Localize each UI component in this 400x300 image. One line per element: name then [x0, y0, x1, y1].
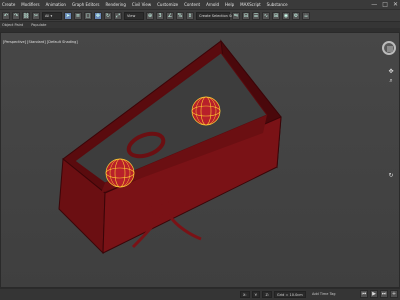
percent-snap-icon[interactable]: % [176, 11, 184, 20]
move-icon[interactable]: ✥ [94, 11, 102, 20]
align-icon[interactable]: ⊟ [242, 11, 250, 20]
menu-item-civil-view[interactable]: Civil View [132, 2, 151, 7]
steering-wheel-icon[interactable]: ✥ [387, 67, 395, 75]
perspective-viewport[interactable]: [Perspective] [Standard] [Default Shadin… [0, 32, 400, 288]
z-coordinate[interactable]: Z: [262, 291, 273, 298]
tab-object-paint[interactable]: Object Paint [2, 23, 23, 27]
tab-populate[interactable]: Populate [31, 23, 46, 27]
play-button[interactable]: ▶ [370, 290, 378, 298]
select-by-name-icon[interactable]: ≡ [74, 11, 82, 20]
schematic-icon[interactable]: ⊞ [272, 11, 280, 20]
close-button[interactable]: ✕ [393, 1, 398, 8]
main-toolbar: ↶ ↷ ⛓ ✂ All ▾ ➤ ≡ □ ✥ ↻ ⤢ View ⊕ 3 ∠ % ⇕… [0, 9, 400, 21]
menu-item-modifiers[interactable]: Modifiers [21, 2, 39, 7]
coordinate-display: X: Y: Z: Grid = 10.0cm [240, 290, 306, 299]
menu-item-substance[interactable]: Substance [267, 2, 288, 7]
curve-editor-icon[interactable]: ∿ [262, 11, 270, 20]
add-key-button[interactable]: + [390, 290, 398, 298]
ribbon-bar: Object Paint Populate [0, 21, 400, 28]
status-bar: X: Y: Z: Grid = 10.0cm Add Time Tag ⏮ ▶ … [0, 288, 400, 300]
menu-item-maxscript[interactable]: MAXScript [240, 2, 261, 7]
go-to-start-button[interactable]: ⏮ [360, 290, 368, 298]
menu-item-content[interactable]: Content [184, 2, 200, 7]
snap-icon[interactable]: 3 [156, 11, 164, 20]
selection-set-field[interactable]: Create Selection Se [196, 11, 233, 20]
add-time-tag[interactable]: Add Time Tag [312, 292, 336, 296]
zoom-icon[interactable]: ⌕ [387, 77, 395, 85]
menu-item-rendering[interactable]: Rendering [105, 2, 125, 7]
material-editor-icon[interactable]: ◉ [282, 11, 290, 20]
link-icon[interactable]: ⛓ [22, 11, 30, 20]
angle-snap-icon[interactable]: ∠ [166, 11, 174, 20]
undo-button[interactable]: ↶ [2, 11, 10, 20]
grid-size: Grid = 10.0cm [274, 291, 306, 298]
unlink-icon[interactable]: ✂ [32, 11, 40, 20]
menu-item-animation[interactable]: Animation [46, 2, 66, 7]
x-coordinate[interactable]: X: [240, 291, 250, 298]
go-to-end-button[interactable]: ⏭ [380, 290, 388, 298]
select-icon[interactable]: ➤ [64, 11, 72, 20]
menu-item-arnold[interactable]: Arnold [206, 2, 219, 7]
scene-render [58, 39, 282, 255]
viewcube-face[interactable] [387, 46, 393, 52]
sphere-left [105, 158, 135, 188]
y-coordinate[interactable]: Y: [251, 291, 261, 298]
sphere-right [191, 96, 221, 126]
layer-icon[interactable]: ☰ [252, 11, 260, 20]
region-select-icon[interactable]: □ [84, 11, 92, 20]
viewport-label[interactable]: [Perspective] [Standard] [Default Shadin… [3, 40, 78, 44]
menu-item-graph-editors[interactable]: Graph Editors [72, 2, 99, 7]
scale-icon[interactable]: ⤢ [114, 11, 122, 20]
pivot-icon[interactable]: ⊕ [146, 11, 154, 20]
menu-item-create[interactable]: Create [2, 2, 15, 7]
menu-bar: Create Modifiers Animation Graph Editors… [0, 0, 400, 9]
view-dropdown[interactable]: View [124, 11, 144, 20]
rotate-icon[interactable]: ↻ [104, 11, 112, 20]
menu-item-customize[interactable]: Customize [157, 2, 178, 7]
orbit-icon[interactable]: ↻ [387, 171, 395, 179]
minimize-button[interactable]: — [371, 1, 377, 8]
redo-button[interactable]: ↷ [12, 11, 20, 20]
menu-item-help[interactable]: Help [225, 2, 234, 7]
render-icon[interactable]: ☕ [302, 11, 310, 20]
maximize-button[interactable]: □ [382, 1, 388, 8]
playback-controls: ⏮ ▶ ⏭ + [360, 290, 398, 298]
mirror-icon[interactable]: ⇋ [232, 11, 240, 20]
render-setup-icon[interactable]: ⚙ [292, 11, 300, 20]
selection-filter-dropdown[interactable]: All ▾ [42, 11, 62, 20]
spinner-snap-icon[interactable]: ⇕ [186, 11, 194, 20]
viewcube[interactable] [382, 41, 396, 55]
window-controls: — □ ✕ [371, 0, 398, 9]
